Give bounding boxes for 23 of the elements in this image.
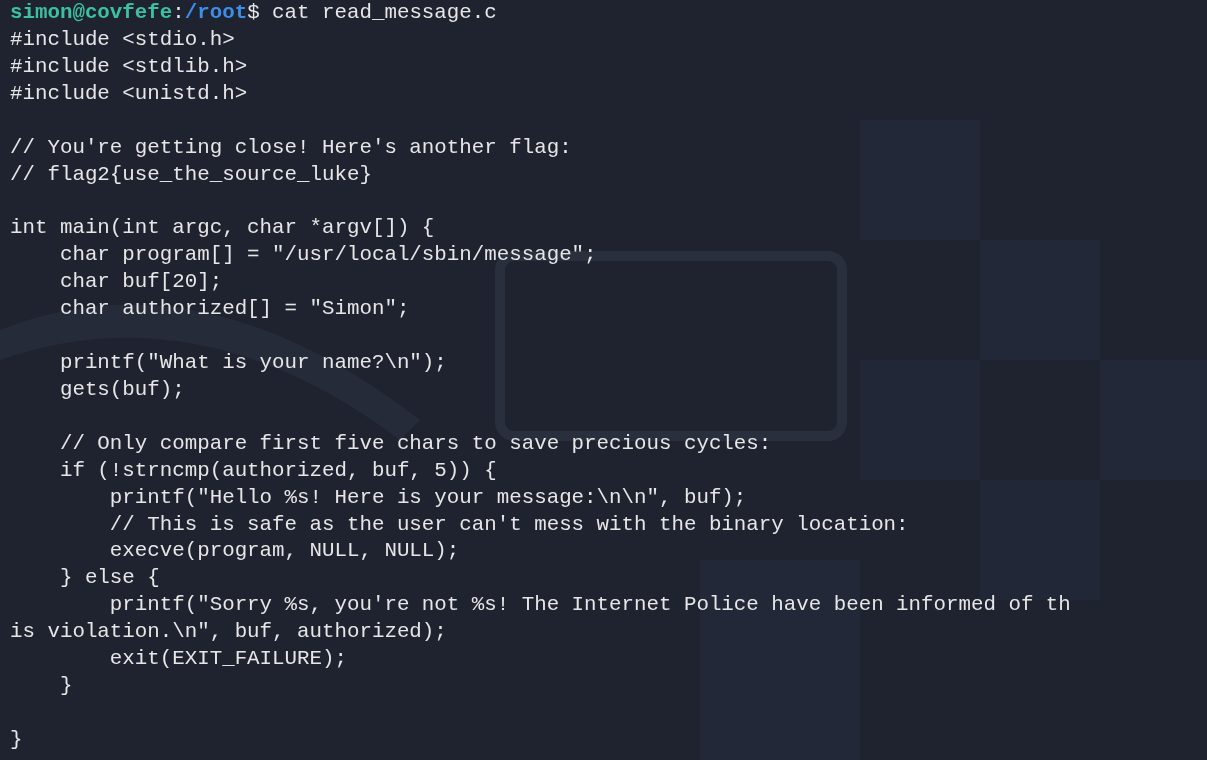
code-line: char authorized[] = "Simon"; — [58, 296, 410, 323]
code-line: } — [58, 673, 73, 700]
code-line: char program[] = "/usr/local/sbin/message"; — [58, 242, 597, 269]
code-line: // This is safe as the user can't mess with the binary location: — [108, 511, 909, 538]
code-line: #include <stdlib.h> — [10, 53, 248, 80]
code-line: char buf[20]; — [58, 269, 223, 296]
code-line: execve(program, NULL, NULL); — [108, 538, 460, 565]
code-line: printf("Hello %s! Here is your message:\n\n", buf); — [108, 484, 747, 511]
code-line: printf("What is your name?\n"); — [58, 350, 447, 376]
code-line: printf("Sorry %s, you're not %s! The Internet Police have been informed of th — [108, 592, 1071, 619]
code-line: #include <stdio.h> — [10, 26, 235, 53]
code-line: if (!strncmp(authorized, buf, 5)) { — [58, 457, 497, 484]
code-line: // Only compare first five chars to save precious cycles: — [58, 430, 772, 457]
code-line: is violation.\n", buf, authorized); — [10, 619, 447, 646]
code-line: // flag2{use_the_source_luke} — [10, 161, 372, 188]
code-line: // You're getting close! Here's another flag: — [10, 134, 572, 161]
code-line: } — [10, 726, 23, 753]
code-line: #include <unistd.h> — [10, 80, 248, 107]
code-line: int main(int argc, char *argv[]) { — [10, 215, 435, 242]
prompt-line: simon@covfefe:/root$ cat read_message.c — [10, 0, 498, 26]
code-line: exit(EXIT_FAILURE); — [108, 646, 347, 673]
code-line: gets(buf); — [58, 376, 185, 403]
code-line: } else { — [58, 565, 160, 592]
